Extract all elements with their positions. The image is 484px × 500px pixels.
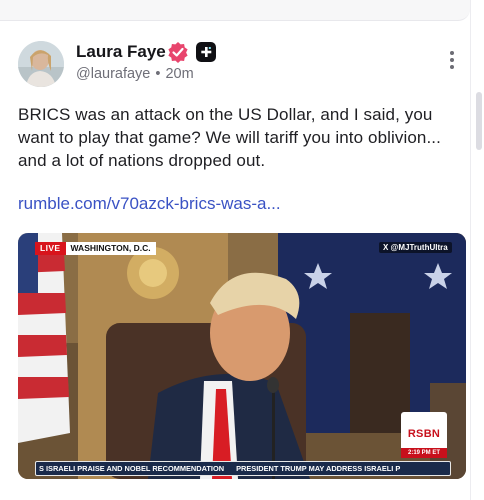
ticker-text-right: PRESIDENT TRUMP MAY ADDRESS ISRAELI P (236, 464, 401, 473)
previous-post-edge (0, 0, 470, 21)
video-thumbnail (18, 233, 466, 479)
live-badge: LIVE WASHINGTON, D.C. (35, 242, 156, 255)
location-label: WASHINGTON, D.C. (65, 242, 156, 255)
post-time[interactable]: 20m (165, 66, 193, 82)
network-logo: RSBN 2:19 PM ET (401, 412, 447, 458)
live-label: LIVE (35, 242, 66, 255)
source-watermark: X @MJTruthUltra (379, 242, 452, 253)
video-embed[interactable]: LIVE WASHINGTON, D.C. X @MJTruthUltra RSB… (18, 233, 466, 479)
author-name[interactable]: Laura Faye (76, 42, 166, 62)
news-ticker: S ISRAELI PRAISE AND NOBEL RECOMMENDATIO… (35, 461, 451, 476)
broadcast-time: 2:19 PM ET (401, 448, 447, 458)
verified-check-icon (168, 42, 188, 63)
network-logo-text: RSBN (407, 428, 441, 440)
post-text: BRICS was an attack on the US Dollar, an… (18, 105, 441, 170)
author-handle[interactable]: @laurafaye (76, 66, 150, 82)
post-link[interactable]: rumble.com/v70azck-brics-was-a... (18, 194, 281, 214)
column-divider (470, 0, 471, 500)
plus-badge-icon (196, 42, 216, 62)
more-options-icon[interactable] (440, 49, 464, 77)
meta-separator: • (155, 66, 161, 82)
author-avatar[interactable] (18, 41, 64, 87)
scrollbar-thumb[interactable] (476, 92, 482, 150)
ticker-text-left: S ISRAELI PRAISE AND NOBEL RECOMMENDATIO… (39, 464, 225, 473)
author-meta: @laurafaye • 20m (76, 66, 194, 82)
